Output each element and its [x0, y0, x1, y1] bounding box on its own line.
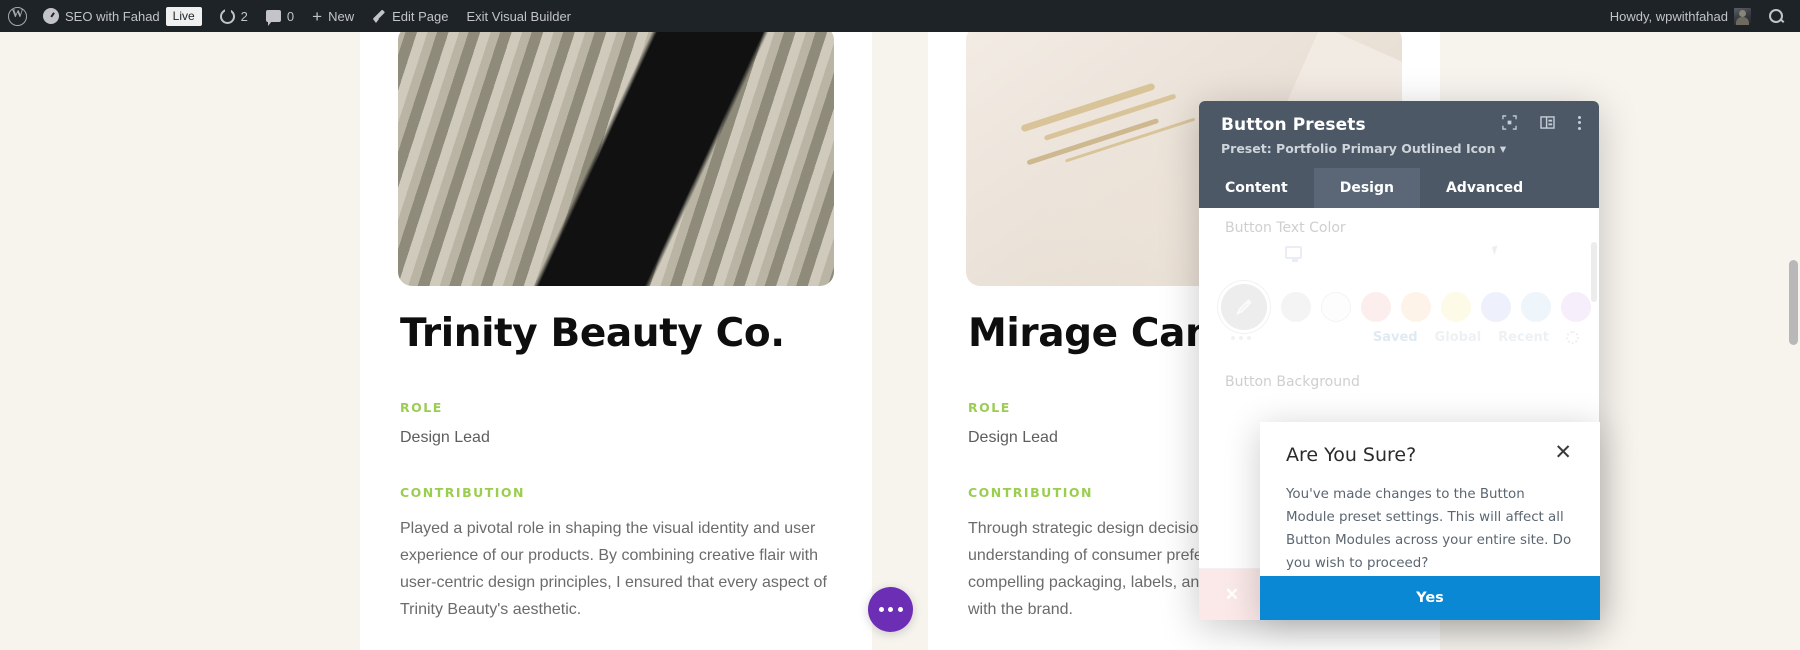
kebab-menu-icon[interactable]	[1578, 115, 1581, 130]
contribution-label: CONTRIBUTION	[400, 484, 526, 500]
pencil-icon	[372, 9, 386, 23]
updates-menu[interactable]: 2	[211, 0, 257, 32]
page-title: Trinity Beauty Co.	[400, 311, 785, 356]
confirm-dialog-body: Are You Sure? ✕ You've made changes to t…	[1260, 422, 1600, 576]
updates-icon	[219, 8, 235, 24]
panel-header-actions	[1502, 115, 1581, 130]
scrollbar-thumb[interactable]	[1789, 260, 1798, 345]
exit-visual-builder-button[interactable]: Exit Visual Builder	[457, 0, 580, 32]
cursor-icon[interactable]	[1491, 245, 1501, 256]
divi-menu-fab[interactable]	[868, 587, 913, 632]
comments-menu[interactable]: 0	[257, 0, 303, 32]
swatch-purple[interactable]	[1561, 292, 1591, 322]
swatch-filter-chips: Saved Global Recent	[1373, 330, 1579, 345]
new-label: New	[328, 8, 355, 24]
updates-count: 2	[240, 8, 248, 24]
panel-header: Button Presets Preset: Portfolio Primary…	[1199, 101, 1599, 168]
swatch-white[interactable]	[1321, 292, 1351, 322]
project-card: Trinity Beauty Co. ROLE Design Lead CONT…	[360, 0, 872, 650]
plus-icon: +	[312, 6, 323, 26]
my-account-menu[interactable]: Howdy, wpwithfahad	[1601, 0, 1760, 32]
close-icon[interactable]: ✕	[1552, 442, 1574, 463]
panel-tabs: Content Design Advanced	[1199, 168, 1599, 208]
dialog-message: You've made changes to the Button Module…	[1286, 487, 1572, 572]
eyedropper-icon[interactable]	[1221, 284, 1267, 330]
admin-bar-left: SEO with Fahad Live 2 0 + New Edit Page …	[0, 0, 580, 32]
chip-saved[interactable]: Saved	[1373, 330, 1418, 345]
screen: SEO with Fahad Live 2 0 + New Edit Page …	[0, 0, 1800, 650]
panel-preset-selector[interactable]: Preset: Portfolio Primary Outlined Icon …	[1221, 141, 1579, 156]
contribution-text: Played a pivotal role in shaping the vis…	[400, 519, 827, 618]
swatch-red[interactable]	[1361, 292, 1391, 322]
avatar	[1734, 7, 1751, 25]
target-icon[interactable]	[1502, 115, 1517, 130]
comments-count: 0	[286, 8, 295, 24]
cancel-button[interactable]: ✕	[1199, 569, 1265, 620]
comment-bubble-icon	[265, 10, 281, 26]
ellipsis-icon	[897, 607, 903, 612]
button-text-color-label: Button Text Color	[1225, 220, 1346, 236]
responsive-controls	[1285, 245, 1515, 266]
chip-global[interactable]: Global	[1435, 330, 1482, 345]
project-image	[398, 26, 834, 286]
swatch-orange[interactable]	[1401, 292, 1431, 322]
close-icon: ✕	[1224, 584, 1240, 604]
search-button[interactable]	[1760, 0, 1792, 32]
panel-scrollbar-thumb[interactable]	[1591, 242, 1597, 302]
confirm-yes-button[interactable]: Yes	[1260, 576, 1600, 620]
tab-design[interactable]: Design	[1313, 168, 1420, 208]
dialog-title: Are You Sure?	[1286, 444, 1417, 466]
site-name-menu[interactable]: SEO with Fahad Live	[34, 0, 211, 32]
swatch-indigo[interactable]	[1481, 292, 1511, 322]
site-name-label: SEO with Fahad	[65, 8, 160, 24]
monitor-icon[interactable]	[1285, 246, 1302, 262]
swatch-blue[interactable]	[1521, 292, 1551, 322]
confirm-dialog-header: Are You Sure? ✕	[1286, 442, 1574, 467]
speed-gauge-icon	[43, 8, 59, 24]
project-card-body: Trinity Beauty Co. ROLE Design Lead CONT…	[360, 286, 872, 650]
new-content-menu[interactable]: + New	[303, 0, 363, 32]
search-icon	[1769, 9, 1783, 23]
ellipsis-icon	[888, 607, 893, 612]
wp-admin-bar: SEO with Fahad Live 2 0 + New Edit Page …	[0, 0, 1800, 32]
button-background-label: Button Background	[1225, 374, 1360, 390]
gear-icon[interactable]	[1566, 331, 1579, 344]
layout-icon[interactable]	[1540, 116, 1555, 129]
edit-page-label: Edit Page	[392, 8, 449, 24]
edit-page-menu[interactable]: Edit Page	[363, 0, 457, 32]
live-badge[interactable]: Live	[165, 6, 202, 26]
role-value: Design Lead	[400, 428, 490, 446]
page-scrollbar[interactable]	[1786, 32, 1800, 650]
confirm-dialog: Are You Sure? ✕ You've made changes to t…	[1260, 422, 1600, 620]
ellipsis-icon	[878, 607, 884, 612]
color-swatch-row	[1221, 284, 1599, 330]
tab-advanced[interactable]: Advanced	[1420, 168, 1549, 208]
chip-recent[interactable]: Recent	[1498, 330, 1549, 345]
more-swatches-icon[interactable]	[1231, 336, 1251, 340]
swatch-gray[interactable]	[1281, 292, 1311, 322]
role-label: ROLE	[400, 399, 443, 415]
exit-visual-builder-label: Exit Visual Builder	[466, 8, 572, 24]
wp-logo-menu[interactable]	[0, 0, 34, 32]
wordpress-logo-icon	[8, 6, 27, 26]
admin-bar-right: Howdy, wpwithfahad	[1601, 0, 1800, 32]
swatch-yellow[interactable]	[1441, 292, 1471, 322]
tab-content[interactable]: Content	[1199, 168, 1314, 208]
howdy-label: Howdy, wpwithfahad	[1609, 8, 1728, 24]
